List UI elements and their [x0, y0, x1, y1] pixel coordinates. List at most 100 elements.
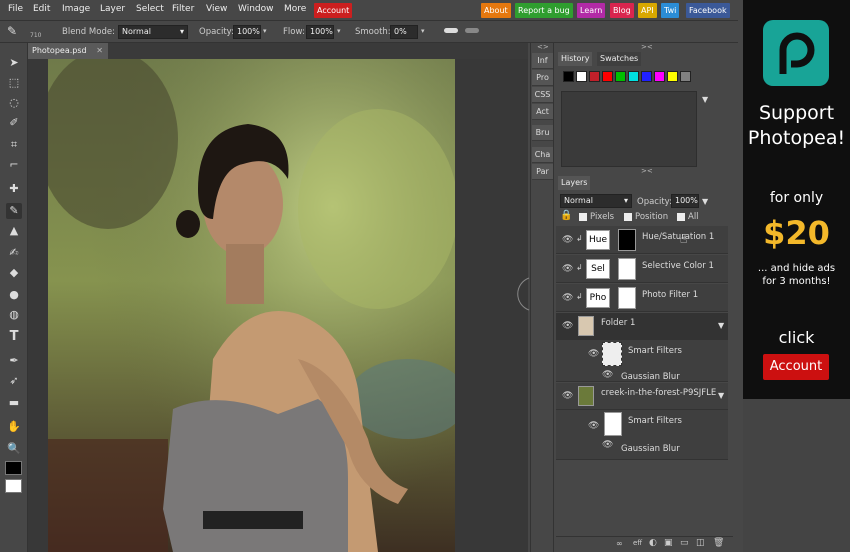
- menu-select[interactable]: Select: [136, 4, 164, 14]
- menu-image[interactable]: Image: [62, 4, 90, 14]
- rectangle-tool-icon[interactable]: ▬: [6, 395, 22, 411]
- history-tab[interactable]: History: [558, 52, 593, 66]
- flow-field[interactable]: 100%: [306, 25, 334, 39]
- swatch-white[interactable]: [576, 71, 587, 82]
- menu-edit[interactable]: Edit: [33, 4, 50, 14]
- collapse-arrows-icon[interactable]: ><: [641, 43, 653, 51]
- menu-view[interactable]: View: [206, 4, 227, 14]
- link-icon[interactable]: ∞: [616, 539, 623, 548]
- path-select-icon[interactable]: ➶: [6, 373, 22, 389]
- layer-row[interactable]: 👁 ↲ Hue Hue/Saturation 1: [556, 226, 728, 254]
- stamp-tool-icon[interactable]: ▲: [6, 223, 22, 239]
- fx-icon[interactable]: eff: [633, 539, 642, 547]
- document-tab[interactable]: Photopea.psd ✕: [28, 43, 108, 59]
- layer-row[interactable]: 👁 ↲ Sel Selective Color 1: [556, 255, 728, 283]
- menu-more[interactable]: More: [284, 4, 306, 14]
- layers-tab[interactable]: Layers: [558, 176, 591, 190]
- swatch-blue[interactable]: [641, 71, 652, 82]
- swatches-menu-icon[interactable]: ▼: [702, 95, 708, 104]
- layer-blend-select[interactable]: Normal ▾: [560, 194, 632, 208]
- twitter-button[interactable]: Twi: [661, 3, 680, 18]
- api-button[interactable]: API: [638, 3, 657, 18]
- panel-properties[interactable]: Pro: [532, 70, 553, 86]
- history-brush-icon[interactable]: ✍: [6, 245, 22, 261]
- swatches-tab[interactable]: Swatches: [597, 52, 642, 66]
- account-button[interactable]: Account: [314, 3, 353, 18]
- eye-icon[interactable]: 👁: [588, 421, 599, 431]
- trash-icon[interactable]: 🗑: [713, 538, 724, 548]
- menu-file[interactable]: File: [8, 4, 23, 14]
- menu-layer[interactable]: Layer: [100, 4, 125, 14]
- pressure-opacity-icon[interactable]: [465, 28, 479, 33]
- fill-tool-icon[interactable]: ●: [6, 287, 22, 303]
- eye-icon[interactable]: 👁: [562, 293, 573, 303]
- expand-arrows-icon[interactable]: <>: [537, 43, 549, 51]
- filter-name[interactable]: Gaussian Blur: [621, 444, 680, 454]
- panel-info[interactable]: Inf: [532, 53, 553, 69]
- layer-expand-icon[interactable]: ▼: [718, 391, 724, 400]
- type-tool-icon[interactable]: T: [6, 329, 22, 345]
- brush-tool-icon[interactable]: ✎: [6, 203, 22, 219]
- eye-icon[interactable]: 👁: [602, 440, 613, 450]
- panel-brushes[interactable]: Bru: [532, 125, 553, 141]
- quick-select-icon[interactable]: ✐: [6, 115, 22, 131]
- swatch-red[interactable]: [602, 71, 613, 82]
- eye-icon[interactable]: 👁: [562, 321, 573, 331]
- swatch-magenta[interactable]: [654, 71, 665, 82]
- mask-icon[interactable]: ▣: [664, 538, 673, 548]
- adjust-icon[interactable]: ◐: [649, 538, 657, 548]
- blend-mode-select[interactable]: Normal ▾: [118, 25, 188, 39]
- swatch-dark-red[interactable]: [589, 71, 600, 82]
- layer-name[interactable]: Folder 1: [601, 318, 635, 328]
- lock-pixels-checkbox[interactable]: [579, 213, 587, 221]
- smart-filters-row[interactable]: 👁 Smart Filters 👁 Gaussian Blur: [556, 410, 728, 460]
- marquee-tool-icon[interactable]: ⬚: [6, 75, 22, 91]
- smooth-dropdown-icon[interactable]: ▾: [421, 27, 425, 35]
- crop-tool-icon[interactable]: ⌗: [6, 137, 22, 153]
- filter-name[interactable]: Gaussian Blur: [621, 372, 680, 382]
- new-layer-icon[interactable]: ◫: [696, 538, 705, 548]
- learn-button[interactable]: Learn: [577, 3, 606, 18]
- swatch-gray[interactable]: [680, 71, 691, 82]
- panel-paragraph[interactable]: Par: [532, 164, 553, 180]
- swatch-cyan[interactable]: [628, 71, 639, 82]
- menu-filter[interactable]: Filter: [172, 4, 194, 14]
- swatch-yellow[interactable]: [667, 71, 678, 82]
- eraser-tool-icon[interactable]: ◆: [6, 265, 22, 281]
- eye-icon[interactable]: 👁: [562, 264, 573, 274]
- blog-button[interactable]: Blog: [610, 3, 634, 18]
- brush-size-value[interactable]: 710: [30, 32, 41, 39]
- eye-icon[interactable]: 👁: [602, 370, 613, 380]
- folder-expand-icon[interactable]: ▼: [718, 321, 724, 330]
- eye-icon[interactable]: 👁: [562, 235, 573, 245]
- eyedropper-icon[interactable]: ⌐: [6, 157, 22, 173]
- layer-row[interactable]: 👁 ↲ Pho Photo Filter 1: [556, 284, 728, 312]
- report-bug-button[interactable]: Report a bug: [515, 3, 573, 18]
- blur-tool-icon[interactable]: ◍: [6, 307, 22, 323]
- close-icon[interactable]: ✕: [96, 43, 103, 59]
- opacity-field[interactable]: 100%: [233, 25, 261, 39]
- layer-row-folder[interactable]: 👁 Folder 1 ▼: [556, 313, 728, 340]
- document-canvas-photo[interactable]: [48, 59, 455, 552]
- panel-css[interactable]: CSS: [532, 87, 553, 103]
- brush-tool-icon[interactable]: ✎: [7, 24, 17, 38]
- swatch-green[interactable]: [615, 71, 626, 82]
- layer-name[interactable]: creek-in-the-forest-P9SJFLE: [601, 388, 716, 398]
- eye-icon[interactable]: 👁: [588, 349, 599, 359]
- layer-name[interactable]: Hue/Saturation 1: [642, 232, 714, 242]
- panel-character[interactable]: Cha: [532, 147, 553, 163]
- eye-icon[interactable]: 👁: [562, 391, 573, 401]
- layer-name[interactable]: Selective Color 1: [642, 261, 714, 271]
- zoom-tool-icon[interactable]: 🔍: [6, 441, 22, 457]
- about-button[interactable]: About: [481, 3, 511, 18]
- pressure-size-icon[interactable]: [444, 28, 458, 33]
- layer-opacity-dropdown-icon[interactable]: ▼: [702, 197, 708, 206]
- flow-dropdown-icon[interactable]: ▾: [337, 27, 341, 35]
- ad-account-button[interactable]: Account: [763, 354, 829, 380]
- layer-name[interactable]: Photo Filter 1: [642, 290, 698, 300]
- divider-arrows-icon[interactable]: ><: [641, 167, 653, 175]
- background-color-swatch[interactable]: [5, 479, 22, 493]
- lasso-tool-icon[interactable]: ◌: [6, 95, 22, 111]
- move-tool-icon[interactable]: ➤: [6, 55, 22, 71]
- menu-window[interactable]: Window: [238, 4, 274, 14]
